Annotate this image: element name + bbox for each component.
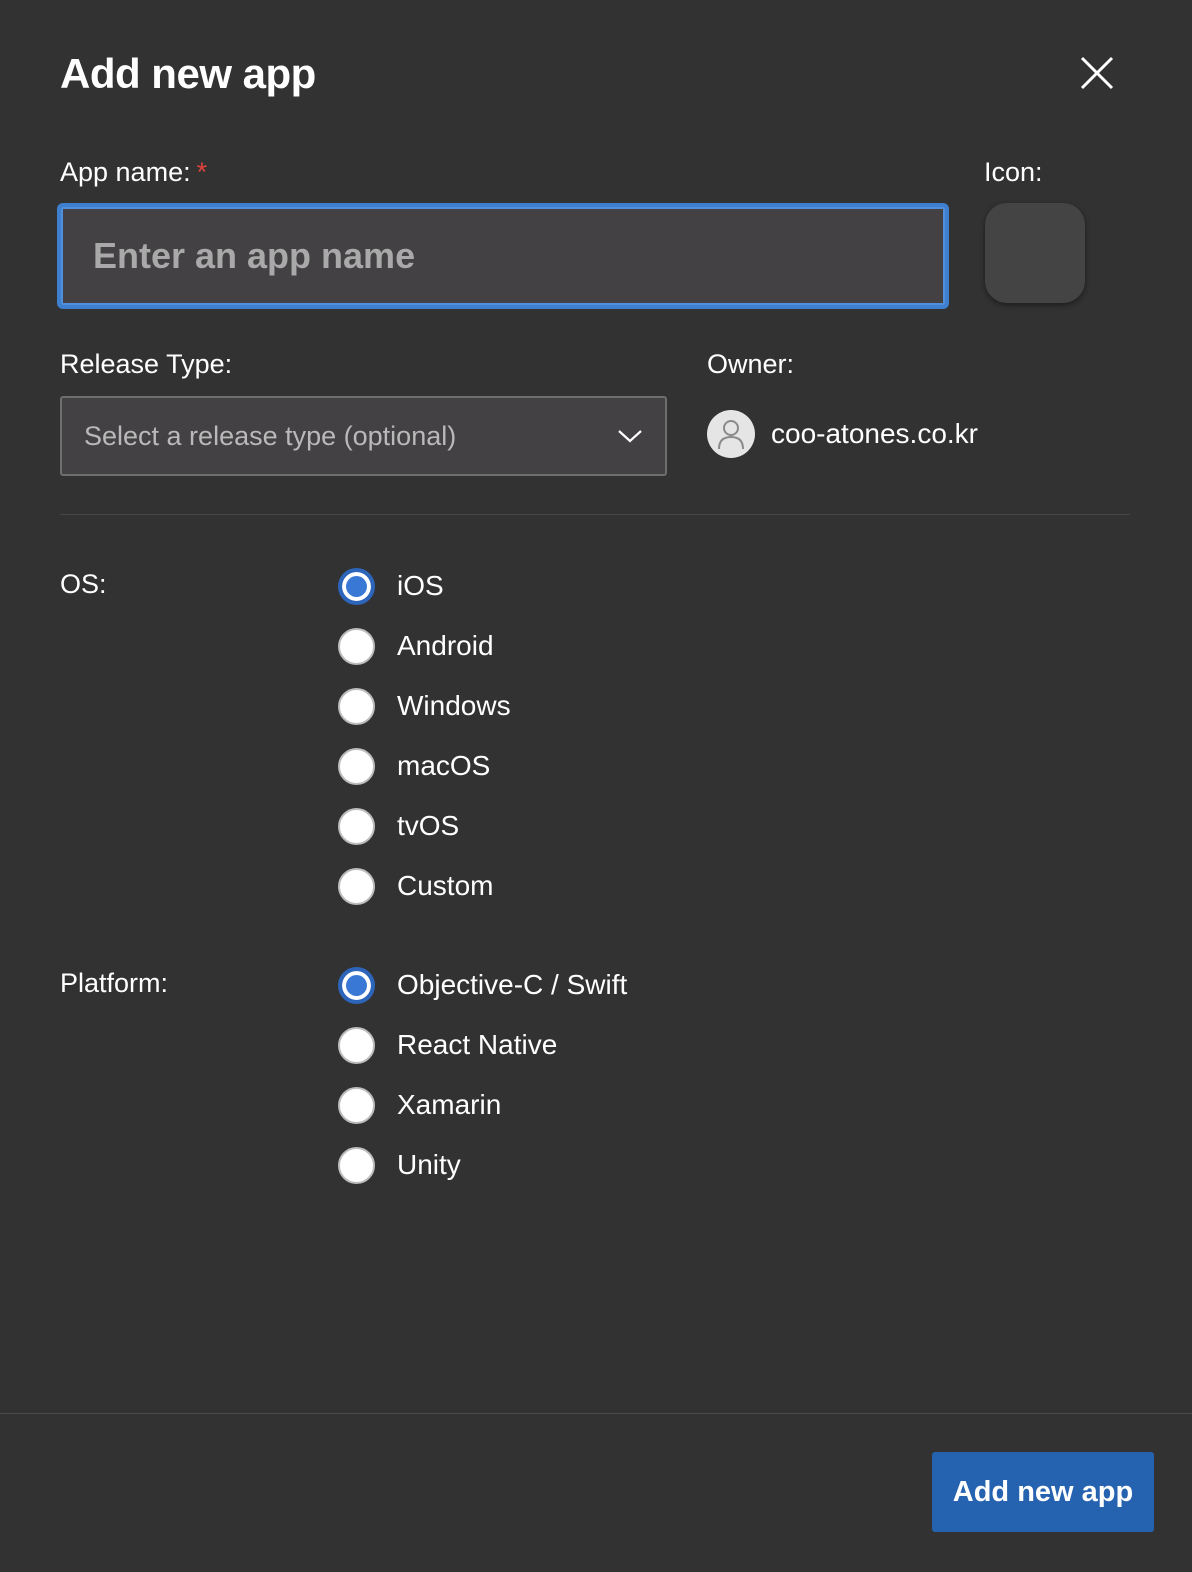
add-app-dialog: Add new app App name:* Icon: Release Typ… bbox=[0, 0, 1192, 1572]
os-option-label: Windows bbox=[397, 690, 511, 721]
radio-button-checked[interactable] bbox=[338, 966, 375, 1004]
section-divider bbox=[60, 514, 1130, 515]
os-option-android[interactable]: Android bbox=[338, 616, 511, 676]
radio-button[interactable] bbox=[338, 687, 375, 725]
platform-option-react-native[interactable]: React Native bbox=[338, 1015, 627, 1075]
platform-option-label: React Native bbox=[397, 1029, 558, 1060]
required-mark: * bbox=[196, 157, 208, 187]
dialog-title: Add new app bbox=[60, 50, 316, 97]
add-new-app-button[interactable]: Add new app bbox=[932, 1452, 1154, 1532]
release-type-select[interactable]: Select a release type (optional) bbox=[60, 396, 667, 476]
release-type-placeholder: Select a release type (optional) bbox=[84, 420, 457, 451]
platform-option-label: Xamarin bbox=[397, 1089, 502, 1120]
radio-button[interactable] bbox=[338, 1026, 375, 1064]
avatar bbox=[707, 410, 755, 458]
owner-label: Owner: bbox=[707, 349, 795, 379]
radio-button[interactable] bbox=[338, 1146, 375, 1184]
platform-option-objc-swift[interactable]: Objective-C / Swift bbox=[338, 955, 627, 1015]
footer-divider bbox=[0, 1413, 1192, 1414]
chevron-down-icon bbox=[618, 430, 642, 443]
release-type-label: Release Type: bbox=[60, 349, 233, 379]
os-option-label: iOS bbox=[397, 570, 444, 601]
os-option-label: macOS bbox=[397, 750, 491, 781]
platform-option-label: Objective-C / Swift bbox=[397, 969, 628, 1000]
os-option-custom[interactable]: Custom bbox=[338, 856, 511, 916]
platform-label: Platform: bbox=[60, 968, 169, 998]
owner-info: coo-atones.co.kr bbox=[707, 410, 978, 458]
close-button[interactable] bbox=[1076, 52, 1118, 94]
os-option-tvos[interactable]: tvOS bbox=[338, 796, 511, 856]
radio-button-checked[interactable] bbox=[338, 567, 375, 605]
platform-radio-group: Objective-C / Swift React Native Xamarin… bbox=[338, 955, 627, 1195]
owner-name: coo-atones.co.kr bbox=[771, 418, 978, 449]
os-radio-group: iOS Android Windows macOS tvOS Custom bbox=[338, 556, 511, 916]
radio-button[interactable] bbox=[338, 747, 375, 785]
os-option-ios[interactable]: iOS bbox=[338, 556, 511, 616]
radio-button[interactable] bbox=[338, 867, 375, 905]
close-icon bbox=[1080, 56, 1114, 90]
os-option-label: Android bbox=[397, 630, 494, 661]
app-name-label: App name: * bbox=[60, 157, 208, 187]
platform-option-xamarin[interactable]: Xamarin bbox=[338, 1075, 627, 1135]
platform-option-unity[interactable]: Unity bbox=[338, 1135, 627, 1195]
os-option-macos[interactable]: macOS bbox=[338, 736, 511, 796]
platform-option-label: Unity bbox=[397, 1149, 461, 1180]
icon-label: Icon: bbox=[984, 157, 1043, 187]
app-name-input[interactable] bbox=[57, 203, 949, 309]
os-option-label: tvOS bbox=[397, 810, 460, 841]
radio-button[interactable] bbox=[338, 807, 375, 845]
os-option-label: Custom bbox=[397, 870, 494, 901]
os-option-windows[interactable]: Windows bbox=[338, 676, 511, 736]
os-label: OS: bbox=[60, 569, 107, 599]
radio-button[interactable] bbox=[338, 627, 375, 665]
app-icon-upload[interactable] bbox=[985, 203, 1085, 303]
radio-button[interactable] bbox=[338, 1086, 375, 1124]
user-avatar-icon bbox=[718, 420, 744, 450]
